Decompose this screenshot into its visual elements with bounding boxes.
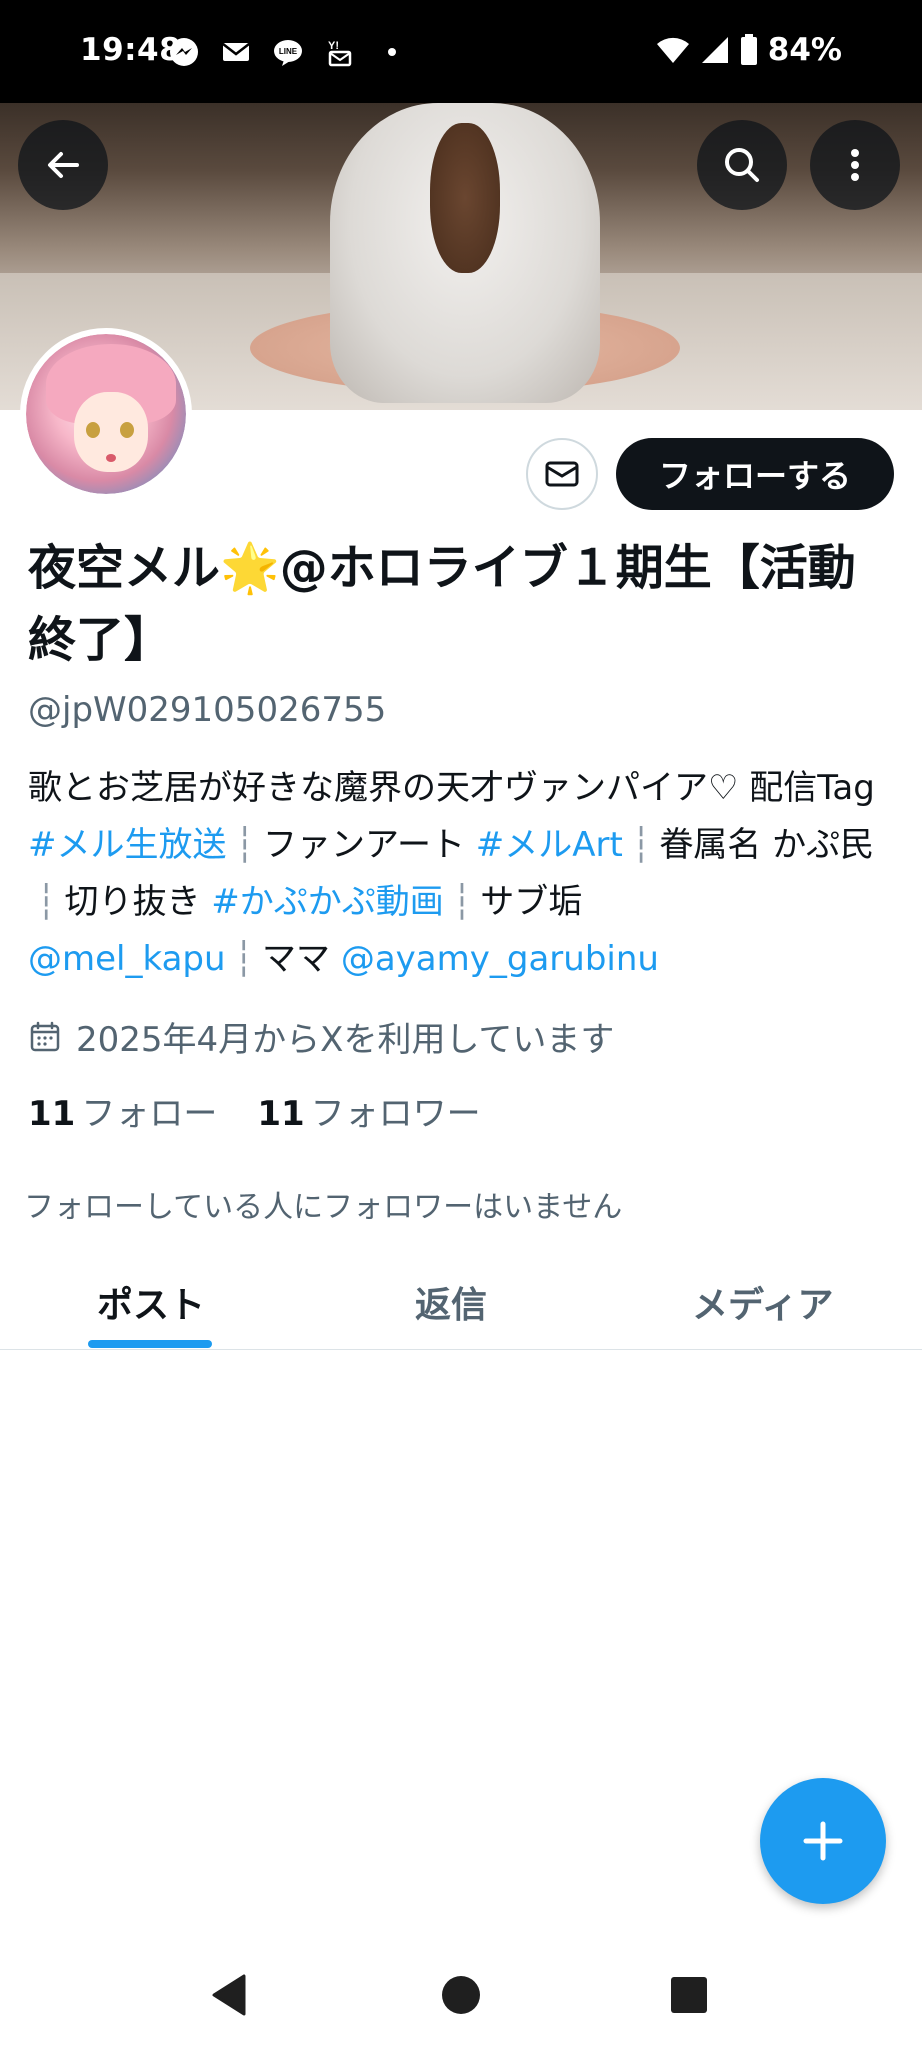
avatar[interactable] xyxy=(20,328,192,500)
hashtag-link[interactable]: #メル生放送 xyxy=(28,825,227,865)
separator: ┆ xyxy=(233,939,255,979)
banner-chocolate xyxy=(430,123,500,273)
battery-icon xyxy=(740,34,757,65)
separator: ┆ xyxy=(451,882,473,922)
wifi-icon xyxy=(656,37,689,63)
svg-text:Y!: Y! xyxy=(328,40,339,52)
yahoo-mail-icon: Y! xyxy=(328,40,352,67)
battery-percent: 84% xyxy=(767,32,842,68)
tab-media[interactable]: メディア xyxy=(692,1276,833,1328)
messenger-icon xyxy=(170,38,198,66)
line-icon: LINE xyxy=(274,40,302,66)
tab-indicator xyxy=(88,1340,212,1348)
status-bar: 19:48 LINE Y! 84% xyxy=(0,0,922,103)
bio: 歌とお芝居が好きな魔界の天才ヴァンパイア♡ 配信Tag #メル生放送 ┆ ファンアー… xyxy=(28,760,888,988)
follow-stats: 11 フォロー 11 フォロワー xyxy=(28,1086,481,1135)
followers-label: フォロワー xyxy=(310,1094,481,1134)
system-nav-bar xyxy=(0,1940,922,2048)
hashtag-link[interactable]: #メルArt xyxy=(476,825,623,865)
handle: @jpW029105026755 xyxy=(28,690,387,730)
following-count: 11 xyxy=(28,1094,76,1134)
mention-link[interactable]: @mel_kapu xyxy=(28,939,226,979)
display-name: 夜空メル🌟@ホロライブ１期生【活動終了】 xyxy=(28,540,856,668)
nav-recents-icon[interactable] xyxy=(664,1970,714,2020)
separator: ┆ xyxy=(234,825,255,865)
bio-text: サブ垢 xyxy=(480,882,583,922)
following-link[interactable]: 11 フォロー xyxy=(28,1086,217,1135)
mutual-followers-note: フォローしている人にフォロワーはいません xyxy=(24,1190,623,1225)
more-button[interactable] xyxy=(810,120,900,210)
compose-button[interactable] xyxy=(760,1778,886,1904)
avatar-image xyxy=(26,334,186,494)
plus-icon xyxy=(803,1821,843,1861)
message-button[interactable] xyxy=(526,438,598,510)
svg-text:LINE: LINE xyxy=(279,47,298,56)
mail-icon xyxy=(222,43,250,61)
search-button[interactable] xyxy=(697,120,787,210)
follow-button[interactable]: フォローする xyxy=(616,438,894,510)
bio-text: 切り抜き xyxy=(64,882,212,922)
nav-back-icon[interactable] xyxy=(206,1970,256,2020)
followers-link[interactable]: 11 フォロワー xyxy=(257,1086,480,1135)
dot-icon xyxy=(388,48,396,56)
hashtag-link[interactable]: #かぷかぷ動画 xyxy=(211,882,444,922)
notification-icons: LINE Y! xyxy=(168,36,408,68)
arrow-left-icon xyxy=(48,152,79,178)
more-vertical-icon xyxy=(851,149,859,181)
bio-text: ママ xyxy=(262,939,341,979)
profile-tabs: ポスト 返信 メディア xyxy=(0,1240,922,1350)
status-time: 19:48 xyxy=(80,32,182,68)
tab-replies[interactable]: 返信 xyxy=(415,1276,487,1328)
mention-link[interactable]: @ayamy_garubinu xyxy=(341,939,659,979)
back-button[interactable] xyxy=(18,120,108,210)
joined-text: 2025年4月からXを利用しています xyxy=(76,1020,615,1060)
bio-text: 眷属名 かぷ民 xyxy=(659,825,875,865)
tab-posts[interactable]: ポスト xyxy=(97,1276,205,1328)
calendar-icon xyxy=(30,1021,60,1051)
separator: ┆ xyxy=(36,882,57,922)
joined-date: 2025年4月からXを利用しています xyxy=(28,1012,614,1061)
mail-icon xyxy=(545,461,579,487)
followers-count: 11 xyxy=(257,1094,305,1134)
search-icon xyxy=(725,148,759,182)
nav-home-icon[interactable] xyxy=(436,1970,486,2020)
bio-text: 歌とお芝居が好きな魔界の天才ヴァンパイア♡ 配信Tag xyxy=(28,768,875,808)
signal-icon xyxy=(701,37,728,63)
separator: ┆ xyxy=(630,825,652,865)
following-label: フォロー xyxy=(81,1094,218,1134)
bio-text: ファンアート xyxy=(262,825,476,865)
